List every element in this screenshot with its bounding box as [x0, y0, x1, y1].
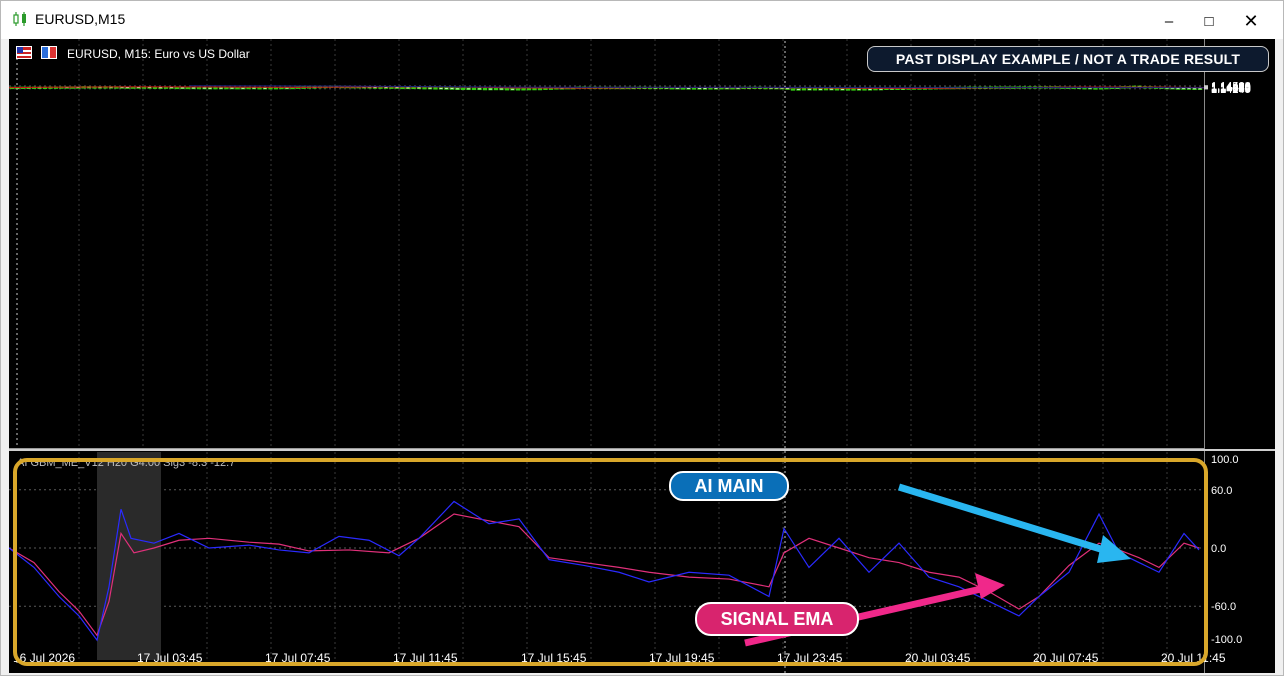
candlestick-chart-icon — [13, 12, 26, 26]
indicator-tick-label: 100.0 — [1211, 454, 1239, 466]
indicator-label: AI GBM_ME_V12 H20 G4.00 Sig3 -8.3 -12.7 — [17, 457, 235, 469]
title-bar[interactable]: EURUSD,M15 – □ ✕ — [1, 1, 1283, 39]
symbol-description: EURUSD, M15: Euro vs US Dollar — [67, 47, 250, 61]
maximize-button[interactable]: □ — [1199, 11, 1219, 31]
indicator-tick-label: 60.0 — [1211, 485, 1232, 497]
time-tick-label: 17 Jul 23:45 — [777, 651, 843, 665]
signal-ema-callout: SIGNAL EMA — [695, 602, 859, 636]
indicator-tick-label: -60.0 — [1211, 601, 1236, 613]
price-tick-label: 1.14245 — [1211, 84, 1251, 96]
time-tick-label: 17 Jul 19:45 — [649, 651, 715, 665]
disclaimer-banner: PAST DISPLAY EXAMPLE / NOT A TRADE RESUL… — [867, 46, 1269, 72]
time-tick-label: 17 Jul 11:45 — [393, 651, 458, 665]
highlight-zone — [97, 452, 161, 660]
time-tick-label: 16 Jul 2026 — [13, 651, 75, 665]
time-tick-label: 17 Jul 03:45 — [137, 651, 203, 665]
price-chart[interactable]: EURUSD, M15: Euro vs US Dollar AI GBM_ME… — [9, 39, 1275, 673]
price-axis: 1.145201.144951.144701.144451.144201.143… — [1204, 81, 1251, 96]
indicator-tick-label: -100.0 — [1211, 634, 1242, 646]
window-title: EURUSD,M15 — [35, 11, 126, 27]
close-button[interactable]: ✕ — [1241, 11, 1261, 31]
indicator-tick-label: 0.0 — [1211, 543, 1226, 555]
time-tick-label: 20 Jul 03:45 — [905, 651, 971, 665]
chart-header: EURUSD, M15: Euro vs US Dollar — [16, 46, 250, 61]
app-window: EURUSD,M15 – □ ✕ EURUSD, M15: Euro vs US — [0, 0, 1284, 676]
time-tick-label: 20 Jul 07:45 — [1033, 651, 1099, 665]
time-tick-label: 17 Jul 15:45 — [521, 651, 587, 665]
time-tick-label: 17 Jul 07:45 — [265, 651, 331, 665]
minimize-button[interactable]: – — [1159, 11, 1179, 31]
time-tick-label: 20 Jul 11:45 — [1161, 651, 1226, 665]
ai-main-callout: AI MAIN — [669, 471, 789, 501]
